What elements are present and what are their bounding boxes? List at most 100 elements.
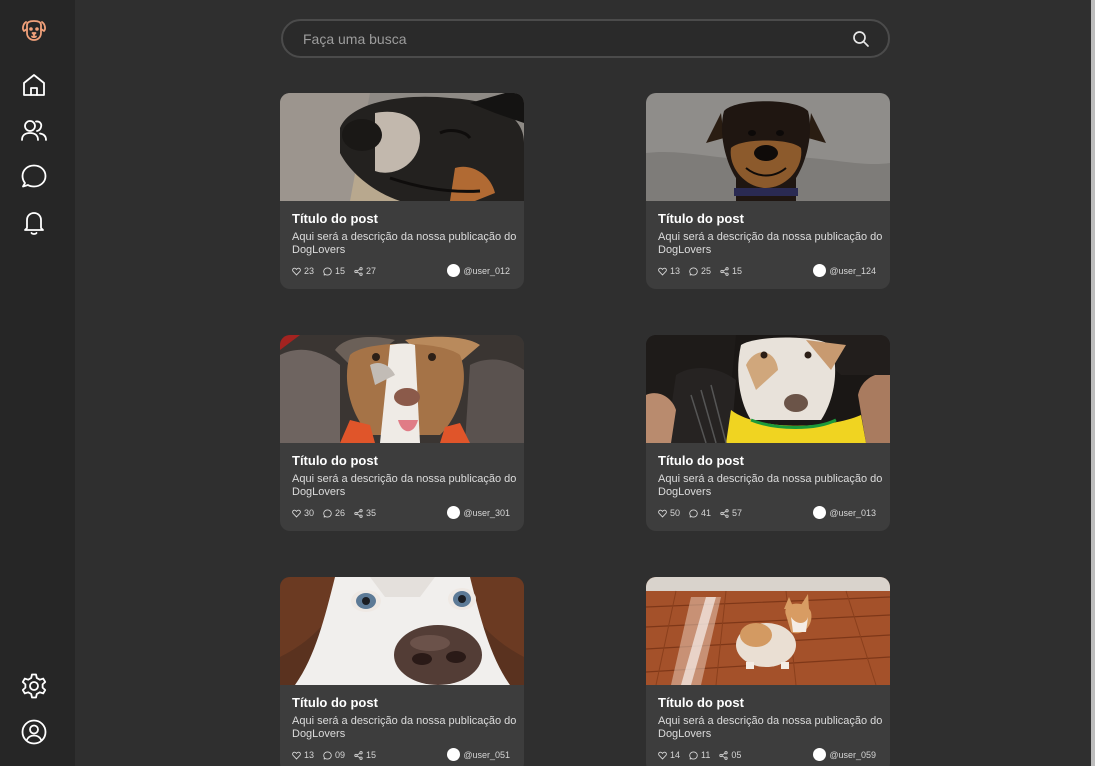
author-username: @user_051 <box>463 749 510 760</box>
heart-icon <box>658 267 667 276</box>
author-username: @user_059 <box>829 749 876 760</box>
comment-stat[interactable]: 09 <box>323 750 345 760</box>
author-username: @user_301 <box>463 507 510 518</box>
post-title: Título do post <box>658 453 744 468</box>
comment-count: 26 <box>335 508 346 518</box>
post-stats: 14 11 05 <box>658 749 750 761</box>
post-stats: 13 09 15 <box>292 749 385 761</box>
post-image <box>280 335 524 443</box>
post-card[interactable]: Título do post Aqui será a descrição da … <box>646 335 890 531</box>
home-icon[interactable] <box>17 68 51 102</box>
like-stat[interactable]: 23 <box>292 266 314 276</box>
post-title: Título do post <box>292 211 378 226</box>
post-description: Aqui será a descrição da nossa publicaçã… <box>658 231 883 256</box>
dog-logo-icon[interactable] <box>17 13 51 47</box>
comment-icon <box>323 266 332 276</box>
comment-stat[interactable]: 25 <box>689 266 711 276</box>
post-title: Título do post <box>658 211 744 226</box>
share-count: 15 <box>366 750 377 760</box>
post-description: Aqui será a descrição da nossa publicaçã… <box>658 715 883 740</box>
search-bar[interactable] <box>281 19 890 58</box>
post-image <box>646 577 890 685</box>
like-count: 30 <box>304 508 315 518</box>
post-description: Aqui será a descrição da nossa publicaçã… <box>658 473 883 498</box>
comment-count: 15 <box>335 266 346 276</box>
heart-icon <box>658 509 667 518</box>
avatar <box>447 264 461 277</box>
bell-icon[interactable] <box>17 205 51 239</box>
post-card[interactable]: Título do post Aqui será a descrição da … <box>280 577 524 766</box>
comment-count: 41 <box>701 508 712 518</box>
comment-icon <box>323 750 332 760</box>
comment-stat[interactable]: 26 <box>323 508 345 518</box>
heart-icon <box>292 267 301 276</box>
comment-icon <box>689 508 698 518</box>
gear-icon[interactable] <box>17 669 51 703</box>
post-card[interactable]: Título do post Aqui será a descrição da … <box>646 577 890 766</box>
share-icon <box>354 750 363 760</box>
like-count: 13 <box>304 750 315 760</box>
like-count: 23 <box>304 266 315 276</box>
post-author[interactable]: @user_013 <box>813 506 876 519</box>
share-stat[interactable]: 35 <box>354 508 376 518</box>
post-author[interactable]: @user_051 <box>447 748 510 761</box>
comment-icon <box>689 266 698 276</box>
like-stat[interactable]: 30 <box>292 508 314 518</box>
avatar <box>813 506 827 519</box>
comment-stat[interactable]: 11 <box>689 750 710 760</box>
share-count: 57 <box>732 508 743 518</box>
post-author[interactable]: @user_012 <box>447 264 510 277</box>
share-count: 27 <box>366 266 377 276</box>
comment-icon <box>323 508 332 518</box>
like-count: 50 <box>670 508 681 518</box>
post-title: Título do post <box>658 695 744 710</box>
comment-icon <box>689 750 698 760</box>
comment-stat[interactable]: 41 <box>689 508 711 518</box>
share-count: 35 <box>366 508 377 518</box>
post-image <box>280 93 524 201</box>
share-stat[interactable]: 05 <box>719 750 741 760</box>
author-username: @user_124 <box>829 265 876 276</box>
like-stat[interactable]: 13 <box>292 750 314 760</box>
post-author[interactable]: @user_124 <box>813 264 876 277</box>
post-author[interactable]: @user_059 <box>813 748 876 761</box>
share-stat[interactable]: 57 <box>720 508 742 518</box>
post-card[interactable]: Título do post Aqui será a descrição da … <box>280 93 524 289</box>
author-username: @user_012 <box>463 265 510 276</box>
avatar <box>813 264 827 277</box>
share-stat[interactable]: 15 <box>720 266 742 276</box>
comment-count: 25 <box>701 266 712 276</box>
like-stat[interactable]: 50 <box>658 508 680 518</box>
share-stat[interactable]: 27 <box>354 266 376 276</box>
comment-stat[interactable]: 15 <box>323 266 345 276</box>
chat-icon[interactable] <box>17 159 51 193</box>
share-count: 05 <box>731 750 742 760</box>
avatar <box>447 506 461 519</box>
user-circle-icon[interactable] <box>17 715 51 749</box>
post-description: Aqui será a descrição da nossa publicaçã… <box>292 473 517 498</box>
post-description: Aqui será a descrição da nossa publicaçã… <box>292 715 517 740</box>
like-stat[interactable]: 14 <box>658 750 680 760</box>
search-icon[interactable] <box>852 30 870 48</box>
share-icon <box>720 508 729 518</box>
users-icon[interactable] <box>17 113 51 147</box>
post-stats: 13 25 15 <box>658 265 751 277</box>
post-author[interactable]: @user_301 <box>447 506 510 519</box>
like-count: 13 <box>670 266 681 276</box>
comment-count: 09 <box>335 750 346 760</box>
share-count: 15 <box>732 266 743 276</box>
search-input[interactable] <box>303 29 823 49</box>
post-card[interactable]: Título do post Aqui será a descrição da … <box>280 335 524 531</box>
post-stats: 30 26 35 <box>292 507 385 519</box>
like-stat[interactable]: 13 <box>658 266 680 276</box>
post-image <box>646 93 890 201</box>
sidebar <box>0 0 75 766</box>
post-image <box>646 335 890 443</box>
share-stat[interactable]: 15 <box>354 750 376 760</box>
post-description: Aqui será a descrição da nossa publicaçã… <box>292 231 517 256</box>
share-icon <box>354 266 363 276</box>
post-stats: 23 15 27 <box>292 265 385 277</box>
post-card[interactable]: Título do post Aqui será a descrição da … <box>646 93 890 289</box>
post-stats: 50 41 57 <box>658 507 751 519</box>
share-icon <box>354 508 363 518</box>
